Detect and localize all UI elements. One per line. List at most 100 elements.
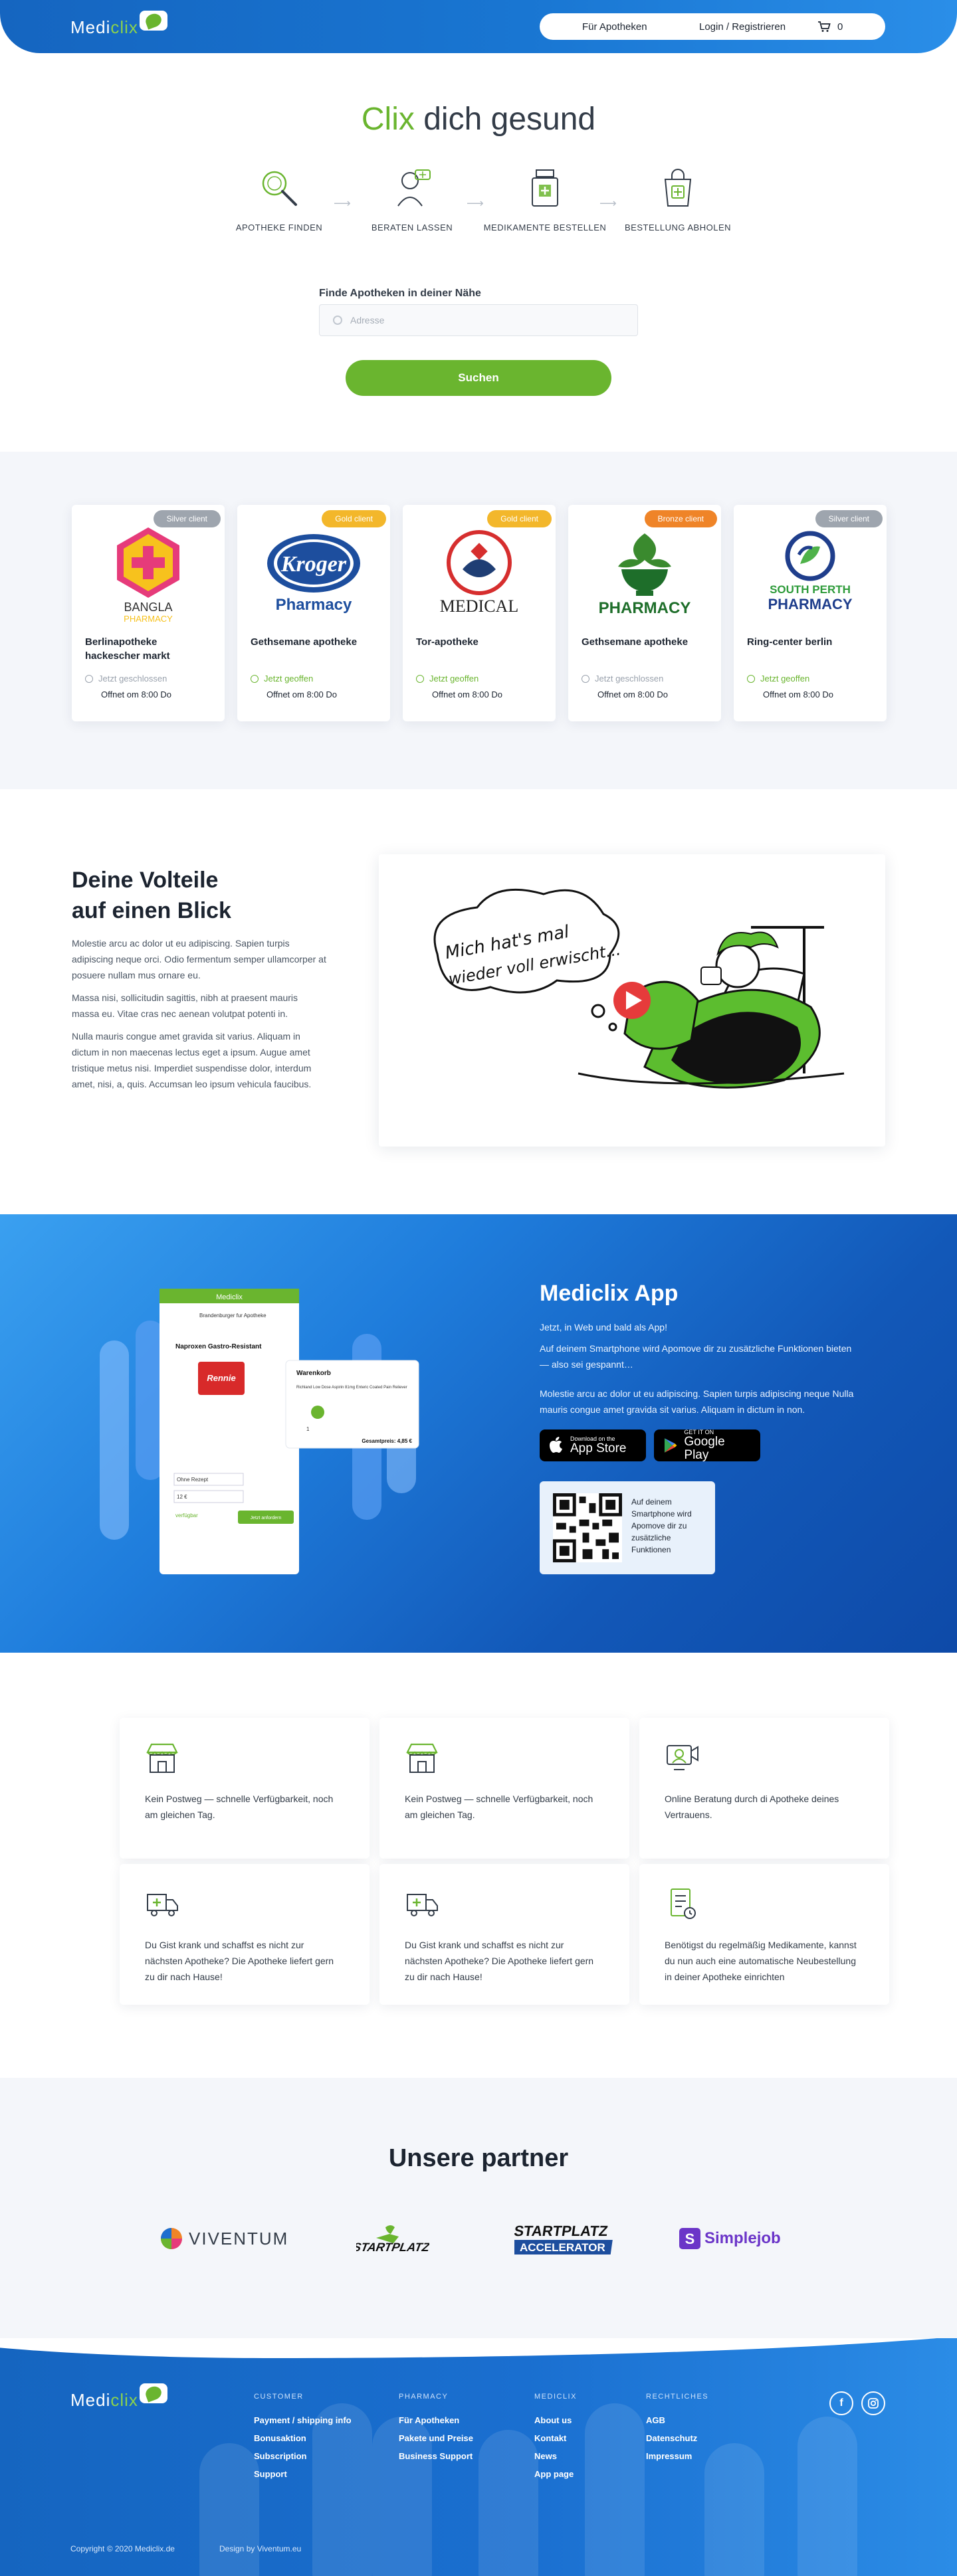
startplatz-accelerator-logo: STARTPLATZ ACCELERATOR: [514, 2223, 613, 2254]
footer-link[interactable]: Pakete und Preise: [399, 2429, 473, 2447]
nav-link-pharmacies[interactable]: Für Apotheken: [582, 21, 647, 33]
pharmacy-opening-hours: Offnet om 8:00 Do: [101, 690, 171, 699]
feature-text: Du Gist krank und schaffst es nicht zur …: [405, 1940, 594, 1982]
facebook-icon[interactable]: f: [829, 2391, 853, 2415]
step-pickup-order: BESTELLUNG ABHOLEN: [611, 166, 744, 232]
copyright-text: Copyright © 2020 Mediclix.de: [70, 2544, 175, 2553]
mock-cart-total: Gesamtpreis: 4,85 €: [362, 1438, 412, 1444]
address-search-input[interactable]: Adresse: [319, 304, 638, 336]
status-text: Jetzt geoffen: [264, 674, 314, 684]
search-placeholder: Adresse: [350, 315, 385, 325]
logo-subtext: PHARMACY: [124, 614, 173, 622]
clock-icon: [251, 674, 259, 683]
cart-button[interactable]: 0: [817, 21, 843, 33]
footer-link[interactable]: News: [534, 2447, 577, 2465]
status-text: Jetzt geoffen: [429, 674, 479, 684]
footer-link[interactable]: App page: [534, 2465, 577, 2483]
footer-link[interactable]: Business Support: [399, 2447, 473, 2465]
storefront-icon: [146, 1743, 178, 1773]
footer-link[interactable]: AGB: [646, 2411, 708, 2429]
logo-leaf-icon: [139, 10, 167, 31]
pharmacy-logo: SOUTH PERTH PHARMACY: [747, 522, 873, 622]
pharmacy-card[interactable]: Silver client BANGLA PHARMACY Berlinapot…: [72, 505, 225, 721]
design-credit-link[interactable]: Design by Viventum.eu: [219, 2544, 301, 2553]
footer-link[interactable]: Datenschutz: [646, 2429, 708, 2447]
feature-card: Online Beratung durch di Apotheke deines…: [639, 1718, 889, 1859]
search-button[interactable]: Suchen: [346, 360, 611, 396]
google-play-icon: [664, 1438, 677, 1453]
pharmacy-logo: Kroger Pharmacy: [251, 522, 377, 622]
app-store-button[interactable]: Download on the App Store: [540, 1429, 646, 1461]
partner-logo-viventum[interactable]: VIVENTUM: [160, 2219, 288, 2258]
mock-cart-item: Richland Low Dose Aspirin 81mg Enteric C…: [296, 1386, 407, 1390]
pharmacy-card[interactable]: Gold client MEDICAL Tor-apotheke Jetzt g…: [403, 505, 556, 721]
footer-link[interactable]: Impressum: [646, 2447, 708, 2465]
step-order-medicine: MEDIKAMENTE BESTELLEN: [478, 166, 611, 232]
app-mockup-illustration: Mediclix Brandenburger fur Apotheke Napr…: [100, 1289, 419, 1574]
process-steps: APOTHEKE FINDEN ⟶ BERATEN LASSEN ⟶ MEDIK…: [219, 166, 738, 239]
logo-text-medi: Medi: [70, 2390, 111, 2410]
pharmacy-name: Berlinapotheke hackescher markt: [85, 636, 170, 662]
pharmacy-status: Jetzt geoffen: [747, 674, 809, 684]
pharmacy-card[interactable]: Gold client Kroger Pharmacy Gethsemane a…: [237, 505, 390, 721]
footer-link[interactable]: About us: [534, 2411, 577, 2429]
status-text: Jetzt geoffen: [760, 674, 810, 684]
google-play-button[interactable]: GET IT ON Google Play: [654, 1429, 760, 1462]
footer-heading: MEDICLIX: [534, 2393, 577, 2401]
advantages-title-line1: Deine Volteile: [72, 868, 219, 893]
logo-subtext: Pharmacy: [276, 596, 352, 614]
footer-link[interactable]: Kontakt: [534, 2429, 577, 2447]
footer-column-legal: RECHTLICHES AGB Datenschutz Impressum: [646, 2393, 708, 2465]
pharmacy-card[interactable]: Bronze client PHARMACY Gethsemane apothe…: [568, 505, 721, 721]
partner-logo-startplatz[interactable]: STARTPLATZ: [356, 2219, 429, 2258]
medical-logo: MEDICAL: [440, 530, 518, 616]
page: Medi clix Für Apotheken Login / Registri…: [0, 0, 957, 2576]
feature-text: Kein Postweg — schnelle Verfügbarkeit, n…: [145, 1794, 334, 1820]
mock-app-brand: Mediclix: [216, 1293, 243, 1301]
footer-heading: PHARMACY: [399, 2393, 449, 2401]
mock-variant: Ohne Rezept: [177, 1477, 209, 1483]
partner-name: STARTPLATZ: [356, 2241, 429, 2254]
footer-link[interactable]: Support: [254, 2465, 352, 2483]
advantages-paragraph: Molestie arcu ac dolor ut eu adipiscing.…: [72, 938, 326, 980]
logo-text: SOUTH PERTH: [770, 583, 851, 596]
footer-logo[interactable]: Medi clix: [70, 2383, 167, 2411]
cart-icon: [818, 21, 831, 32]
mock-availability-link: verfügbar: [175, 1513, 198, 1518]
footer-link[interactable]: Payment / shipping info: [254, 2411, 352, 2429]
partner-logo-simplejob[interactable]: S Simplejob: [678, 2219, 781, 2258]
site-footer: Medi clix CUSTOMER Payment / shipping in…: [0, 2338, 957, 2576]
pharmacy-status: Jetzt geschlossen: [85, 674, 167, 684]
logo-text-clix: clix: [110, 2390, 138, 2410]
mock-price: 12 €: [177, 1494, 187, 1500]
pharmacy-card[interactable]: Silver client SOUTH PERTH PHARMACY Ring-…: [734, 505, 887, 721]
magnifier-icon: [262, 171, 297, 206]
clock-icon: [582, 674, 589, 683]
advantages-title-line2: auf einen Blick: [72, 898, 231, 923]
prescription-icon: [671, 1888, 696, 1919]
feature-card: Du Gist krank und schaffst es nicht zur …: [379, 1864, 629, 2005]
footer-link[interactable]: Subscription: [254, 2447, 352, 2465]
pharmacy-logo: PHARMACY: [582, 522, 708, 622]
pharmacy-status: Jetzt geschlossen: [582, 674, 663, 684]
footer-link[interactable]: Bonusaktion: [254, 2429, 352, 2447]
decor-bar: [585, 2403, 645, 2576]
feature-card: Du Gist krank und schaffst es nicht zur …: [120, 1864, 370, 2005]
footer-column-mediclix: MEDICLIX About us Kontakt News App page: [534, 2393, 577, 2483]
pharmacy-logo: BANGLA PHARMACY: [85, 522, 211, 622]
hero-title-green: Clix: [361, 102, 415, 137]
instagram-icon[interactable]: [861, 2391, 885, 2415]
feature-text: Benötigst du regelmäßig Medikamente, kan…: [665, 1940, 857, 1982]
step-find-pharmacy: APOTHEKE FINDEN: [213, 166, 346, 232]
pharmacist-icon: [397, 169, 431, 207]
video-player[interactable]: Mich hat's mal wieder voll erwischt...: [379, 854, 885, 1147]
site-logo[interactable]: Medi clix: [70, 10, 167, 38]
partner-logo-startplatz-accelerator[interactable]: STARTPLATZ ACCELERATOR: [514, 2219, 621, 2258]
video-illustration: Mich hat's mal wieder voll erwischt...: [433, 888, 845, 1089]
hero-title-rest: dich gesund: [423, 102, 596, 137]
feature-text: Kein Postweg — schnelle Verfügbarkeit, n…: [405, 1794, 593, 1820]
shopping-bag-icon: [664, 169, 692, 207]
pharmacy-status: Jetzt geoffen: [416, 674, 478, 684]
footer-link[interactable]: Für Apotheken: [399, 2411, 473, 2429]
nav-link-login[interactable]: Login / Registrieren: [699, 21, 786, 33]
